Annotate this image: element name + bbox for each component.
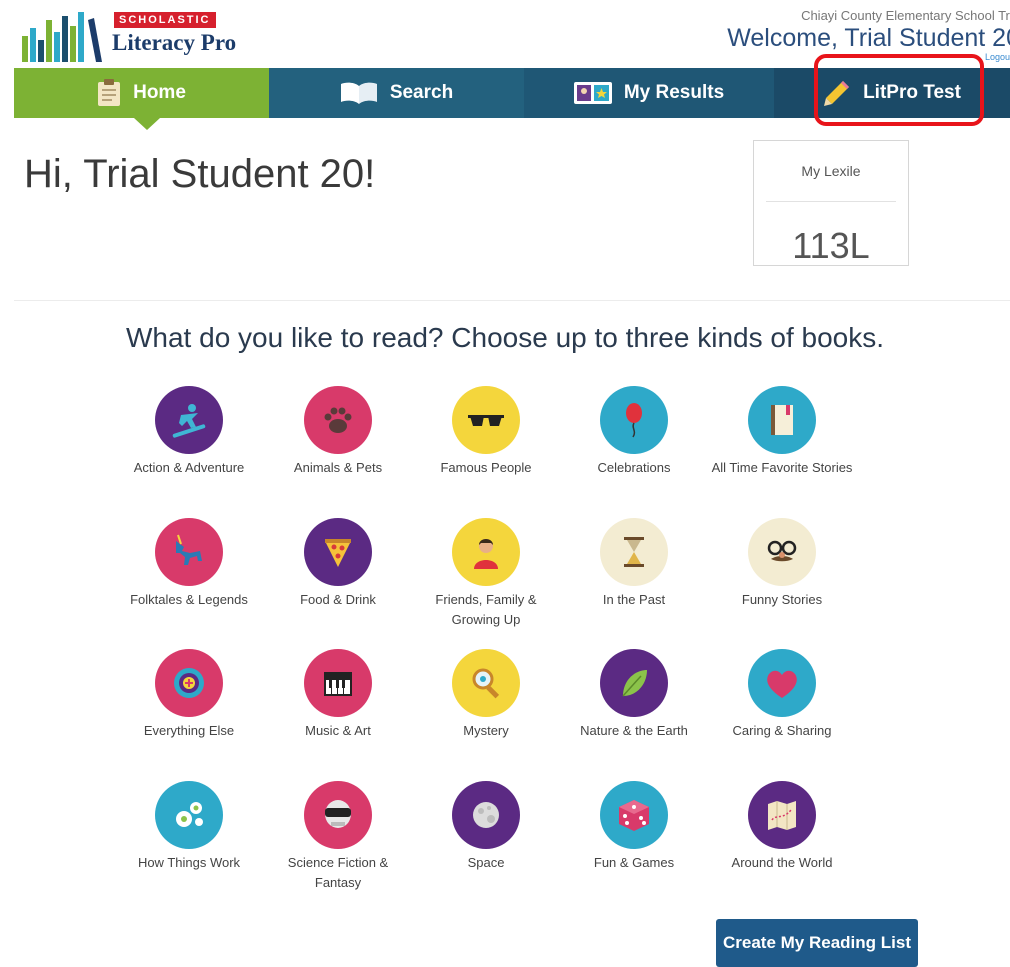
nav-search-label: Search (389, 82, 454, 103)
category-how-things-work[interactable]: How Things Work (114, 781, 264, 873)
category-label: Fun & Games (593, 855, 675, 870)
active-nav-caret (134, 118, 160, 130)
category-label: Everything Else (143, 723, 235, 738)
lexile-divider (766, 201, 896, 202)
category-label: How Things Work (137, 855, 241, 870)
book-icon (748, 386, 816, 454)
category-label: Funny Stories (741, 592, 823, 607)
category-folktales-legends[interactable]: Folktales & Legends (114, 518, 264, 610)
person-icon (452, 518, 520, 586)
create-reading-list-button[interactable]: Create My Reading List (716, 919, 918, 967)
greeting-heading: Hi, Trial Student 20! (24, 152, 376, 196)
product-name: Literacy Pro (112, 30, 237, 55)
category-label: Action & Adventure (133, 460, 245, 475)
clipboard-icon (97, 79, 121, 107)
results-card-icon (573, 82, 612, 104)
gears-icon (155, 781, 223, 849)
snowboarder-icon (155, 386, 223, 454)
category-famous-people[interactable]: Famous People (411, 386, 561, 478)
category-everything-else[interactable]: Everything Else (114, 649, 264, 741)
category-label: Nature & the Earth (580, 723, 688, 738)
leaf-icon (600, 649, 668, 717)
balloon-icon (600, 386, 668, 454)
lexile-value: 113L (792, 225, 870, 266)
category-label: All Time Favorite Stories (711, 460, 853, 475)
logout-link[interactable]: Logou (985, 52, 1010, 62)
category-fun-games[interactable]: Fun & Games (559, 781, 709, 873)
category-label: Food & Drink (300, 592, 376, 607)
hourglass-icon (600, 518, 668, 586)
nav-my-results-label: My Results (623, 82, 725, 103)
scholastic-brand: SCHOLASTIC (114, 12, 216, 28)
category-nature-earth[interactable]: Nature & the Earth (559, 649, 709, 741)
category-music-art[interactable]: Music & Art (263, 649, 413, 741)
nav-my-results[interactable]: My Results (524, 68, 774, 118)
nav-home-label: Home (133, 82, 186, 103)
category-label: Mystery (463, 723, 509, 738)
category-mystery[interactable]: Mystery (411, 649, 561, 741)
category-label: Music & Art (305, 723, 371, 738)
category-label: Celebrations (597, 460, 671, 475)
school-name: Chiayi County Elementary School Tria (801, 8, 1010, 23)
category-animals-pets[interactable]: Animals & Pets (263, 386, 413, 478)
unicorn-icon (155, 518, 223, 586)
lexile-card: My Lexile 113L (753, 140, 909, 266)
category-label: Folktales & Legends (130, 592, 248, 607)
category-space[interactable]: Space (411, 781, 561, 873)
genre-prompt: What do you like to read? Choose up to t… (125, 322, 884, 353)
pizza-icon (304, 518, 372, 586)
category-celebrations[interactable]: Celebrations (559, 386, 709, 478)
category-in-the-past[interactable]: In the Past (559, 518, 709, 610)
welcome-message: Welcome, Trial Student 20 (727, 24, 1010, 52)
funny-glasses-icon (748, 518, 816, 586)
dice-icon (600, 781, 668, 849)
category-label: Space (467, 855, 505, 870)
nav-search[interactable]: Search (269, 68, 524, 118)
keyboard-icon (304, 649, 372, 717)
category-label: Caring & Sharing (732, 723, 832, 738)
category-label: Animals & Pets (293, 460, 383, 475)
category-friends-family-growing-up[interactable]: Friends, Family & Growing Up (411, 518, 561, 630)
literacy-pro-logo[interactable]: SCHOLASTIC Literacy Pro (18, 6, 258, 64)
robot-icon (304, 781, 372, 849)
category-funny-stories[interactable]: Funny Stories (707, 518, 857, 610)
category-label: Around the World (731, 855, 833, 870)
category-science-fiction-fantasy[interactable]: Science Fiction & Fantasy (263, 781, 413, 893)
category-label: In the Past (602, 592, 666, 607)
category-label: Famous People (440, 460, 532, 475)
magnifier-icon (452, 649, 520, 717)
litpro-test-highlight (814, 54, 984, 126)
category-food-drink[interactable]: Food & Drink (263, 518, 413, 610)
paw-icon (304, 386, 372, 454)
bookshelf-logo-icon (22, 12, 102, 62)
category-around-the-world[interactable]: Around the World (707, 781, 857, 873)
category-label: Friends, Family & Growing Up (435, 592, 537, 627)
heart-icon (748, 649, 816, 717)
category-all-time-favorite-stories[interactable]: All Time Favorite Stories (707, 386, 857, 478)
section-divider (14, 300, 1010, 301)
map-icon (748, 781, 816, 849)
category-action-adventure[interactable]: Action & Adventure (114, 386, 264, 478)
moon-icon (452, 781, 520, 849)
category-label: Science Fiction & Fantasy (287, 855, 389, 890)
category-caring-sharing[interactable]: Caring & Sharing (707, 649, 857, 741)
nav-home[interactable]: Home (14, 68, 269, 130)
open-book-icon (340, 82, 378, 104)
lexile-label: My Lexile (801, 163, 861, 179)
target-icon (155, 649, 223, 717)
sunglasses-icon (452, 386, 520, 454)
